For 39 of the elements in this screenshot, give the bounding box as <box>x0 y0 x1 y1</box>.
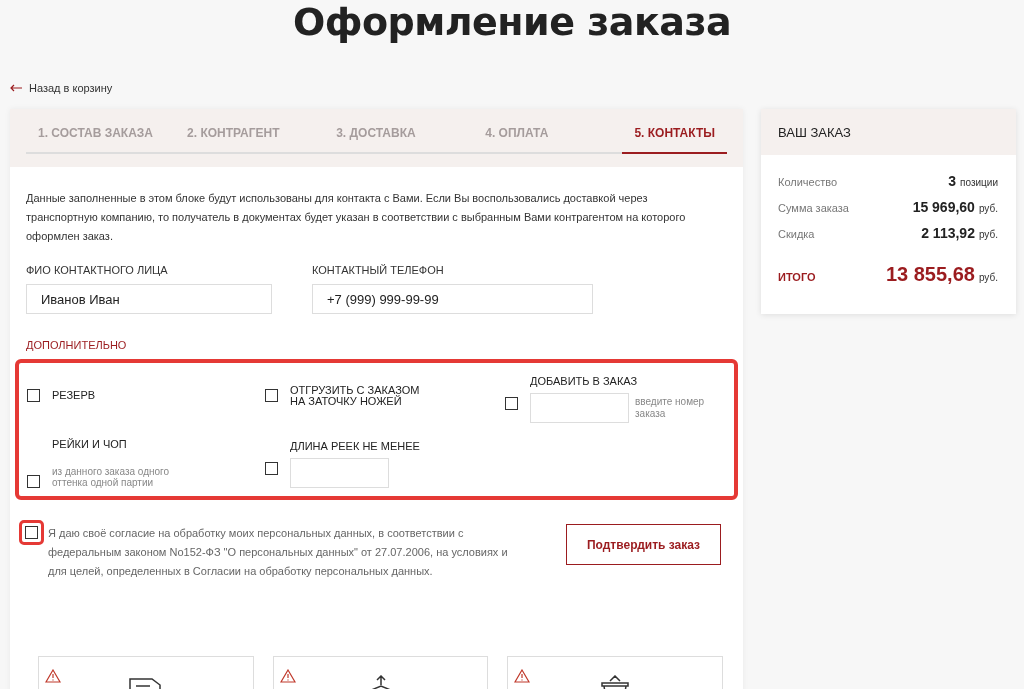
total-value: 13 855,68 руб. <box>885 263 998 286</box>
checkbox[interactable] <box>27 475 40 488</box>
input-field[interactable] <box>530 393 629 423</box>
checkbox[interactable] <box>505 397 518 410</box>
summary-value: 3 позиции <box>948 173 998 189</box>
option-note: из данного заказа одного оттенка одной партии <box>52 466 171 488</box>
summary-value: 2 113,92 руб. <box>921 225 998 241</box>
checkbox[interactable] <box>265 389 278 402</box>
checkbox[interactable] <box>27 389 40 402</box>
checkbox[interactable] <box>25 526 38 539</box>
field-hint: введите номер заказа <box>635 396 706 420</box>
back-link[interactable]: Назад в корзину <box>10 82 113 94</box>
field-label: ФИО КОНТАКТНОГО ЛИЦА <box>26 264 169 276</box>
section-title: ДОПОЛНИТЕЛЬНО <box>26 339 128 351</box>
field-label: КОНТАКТНЫЙ ТЕЛЕФОН <box>312 264 445 276</box>
summary-title: ВАШ ЗАКАЗ <box>761 109 1016 155</box>
step-tab[interactable]: 5. КОНТАКТЫ <box>622 126 727 154</box>
warning-icon <box>514 669 531 683</box>
total-label: ИТОГО <box>778 271 816 283</box>
summary-value: 15 969,60 руб. <box>912 199 998 215</box>
option-label: РЕЙКИ И ЧОП <box>52 439 128 450</box>
arrow-left-icon <box>10 84 23 92</box>
checkbox[interactable] <box>265 462 278 475</box>
option-label: РЕЗЕРВ <box>52 390 96 401</box>
input-field[interactable]: +7 (999) 999-99-99 <box>312 284 593 314</box>
confirm-button[interactable]: Подтвердить заказ <box>566 524 721 565</box>
warning-icon <box>279 669 296 683</box>
page-title: Оформление заказа <box>291 0 733 42</box>
option-label: ДОБАВИТЬ В ЗАКАЗ <box>530 376 639 387</box>
summary-label: Скидка <box>778 228 815 240</box>
option-label: ОТГРУЗИТЬ С ЗАКАЗОМ НА ЗАТОЧКУ НОЖЕЙ <box>290 384 421 407</box>
warning-icon <box>45 669 61 683</box>
input-field[interactable]: Иванов Иван <box>26 284 272 314</box>
input-field[interactable] <box>290 458 389 488</box>
intro-text: Данные заполненные в этом блоке будут использованы для контакта с Вами. Если Вы воспользовались доставкой через транспортную компанию, то получатель в документах будет указан в соответствии с выбранным Вами контрагентом на которого оформлен заказ. <box>26 191 687 244</box>
summary-label: Сумма заказа <box>778 202 849 214</box>
summary-label: Количество <box>778 176 838 188</box>
consent-text: Я даю своё согласие на обработку моих персональных данных, в соответствии с федеральным законом No152-ФЗ "О персональных данных" от 27.07.2006, на условиях и для целей, определенных в Согласии на обработку персональных данных. <box>48 526 508 579</box>
option-label: ДЛИНА РЕЕК НЕ МЕНЕЕ <box>290 441 420 452</box>
